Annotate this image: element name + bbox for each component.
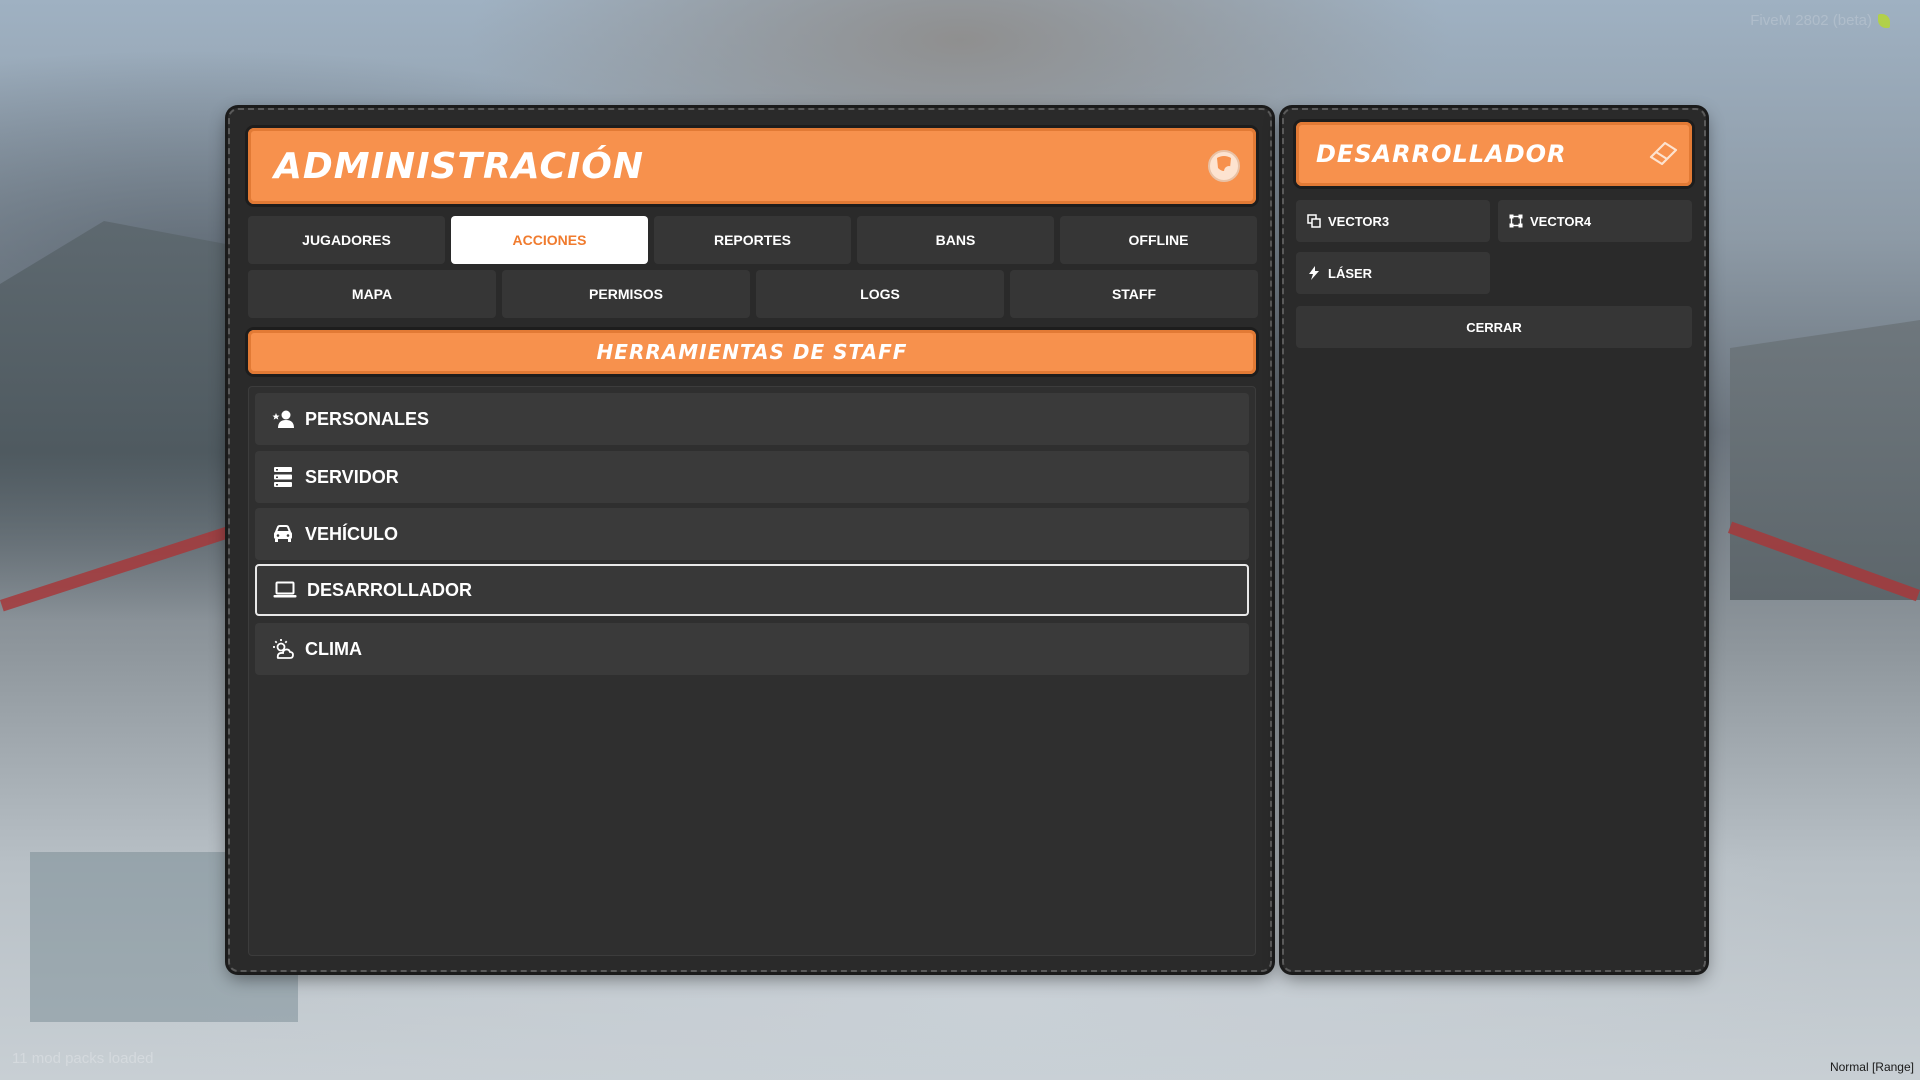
eraser-icon xyxy=(1648,140,1678,166)
tab-acciones[interactable]: ACCIONES xyxy=(451,216,648,264)
admin-panel: ADMINISTRACIÓN JUGADORES ACCIONES REPORT… xyxy=(228,108,1272,972)
watermark-text: FiveM 2802 (beta) xyxy=(1750,12,1872,29)
developer-title: DESARROLLADOR xyxy=(1316,140,1567,168)
list-item-desarrollador[interactable]: DESARROLLADOR xyxy=(255,564,1249,616)
tab-permisos[interactable]: PERMISOS xyxy=(502,270,750,318)
car-icon xyxy=(271,522,295,546)
vector4-label: VECTOR4 xyxy=(1530,213,1592,229)
admin-title: ADMINISTRACIÓN xyxy=(274,145,644,187)
vector4-button[interactable]: VECTOR4 xyxy=(1498,200,1692,242)
tabs-row-secondary: MAPA PERMISOS LOGS STAFF xyxy=(248,270,1258,318)
list-item-personales[interactable]: PERSONALES xyxy=(255,393,1249,445)
laser-button[interactable]: LÁSER xyxy=(1296,252,1490,294)
tab-bans[interactable]: BANS xyxy=(857,216,1054,264)
tab-staff[interactable]: STAFF xyxy=(1010,270,1258,318)
list-item-clima[interactable]: CLIMA xyxy=(255,623,1249,675)
close-button[interactable]: CERRAR xyxy=(1296,306,1692,348)
server-icon xyxy=(271,465,295,489)
tab-jugadores[interactable]: JUGADORES xyxy=(248,216,445,264)
list-item-label: SERVIDOR xyxy=(305,466,399,487)
shield-badge-icon xyxy=(1206,148,1242,184)
list-item-servidor[interactable]: SERVIDOR xyxy=(255,451,1249,503)
list-item-label: VEHÍCULO xyxy=(305,523,399,544)
list-item-label: CLIMA xyxy=(305,638,362,659)
tab-mapa[interactable]: MAPA xyxy=(248,270,496,318)
user-star-icon xyxy=(271,407,295,431)
staff-tools-list: PERSONALES SERVIDOR VEHÍCULO DESARROLLAD… xyxy=(248,386,1256,956)
list-item-label: DESARROLLADOR xyxy=(307,579,472,600)
vector3-button[interactable]: VECTOR3 xyxy=(1296,200,1490,242)
weather-icon xyxy=(271,637,295,661)
laptop-icon xyxy=(273,578,297,602)
tabs-row-primary: JUGADORES ACCIONES REPORTES BANS OFFLINE xyxy=(248,216,1257,264)
frame-icon xyxy=(1508,213,1524,229)
bolt-icon xyxy=(1306,265,1322,281)
tab-reportes[interactable]: REPORTES xyxy=(654,216,851,264)
section-header: HERRAMIENTAS DE STAFF xyxy=(248,330,1256,374)
developer-header: DESARROLLADOR xyxy=(1296,122,1692,186)
list-item-label: PERSONALES xyxy=(305,408,430,429)
tab-logs[interactable]: LOGS xyxy=(756,270,1004,318)
fivem-watermark: FiveM 2802 (beta) xyxy=(1750,12,1890,29)
tab-offline[interactable]: OFFLINE xyxy=(1060,216,1257,264)
leaf-icon xyxy=(1878,13,1890,28)
laser-label: LÁSER xyxy=(1328,265,1373,281)
copy-icon xyxy=(1306,213,1322,229)
vector3-label: VECTOR3 xyxy=(1328,213,1390,229)
list-item-vehiculo[interactable]: VEHÍCULO xyxy=(255,508,1249,560)
mod-packs-status: 11 mod packs loaded xyxy=(12,1050,154,1067)
voice-mode-status: Normal [Range] xyxy=(1829,1060,1914,1074)
admin-header: ADMINISTRACIÓN xyxy=(248,128,1256,204)
section-title: HERRAMIENTAS DE STAFF xyxy=(596,340,908,364)
developer-panel: DESARROLLADOR VECTOR3 VECTOR4 LÁSER CERR… xyxy=(1282,108,1706,972)
